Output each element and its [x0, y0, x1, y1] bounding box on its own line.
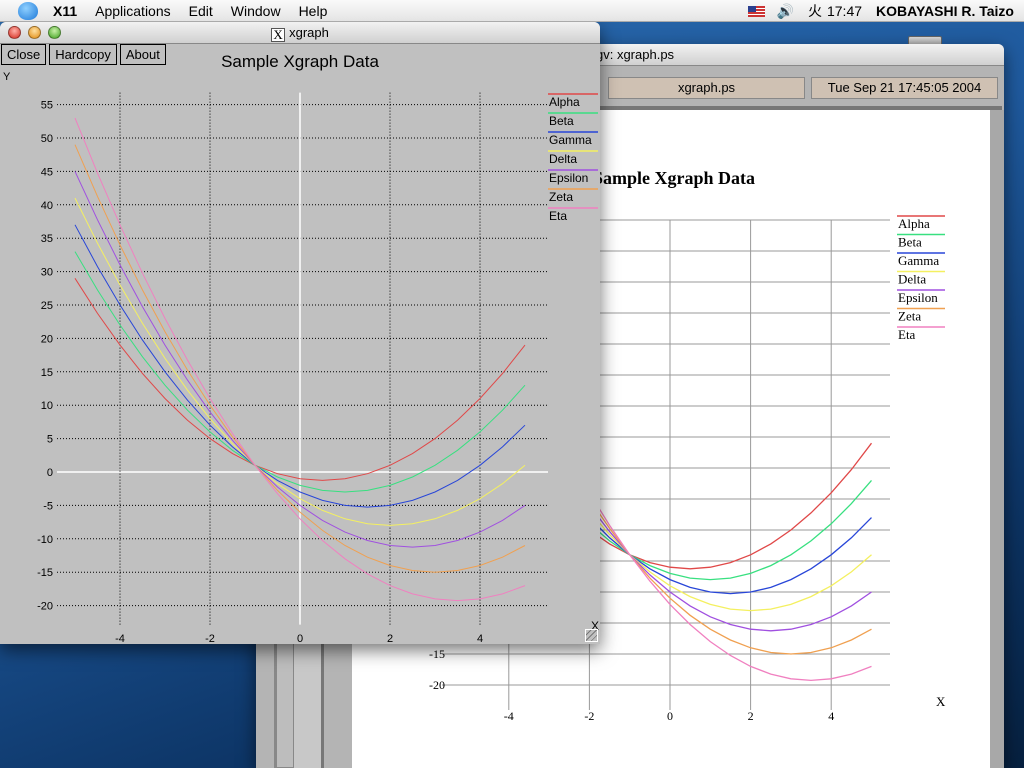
x-tick-label: 4: [477, 633, 483, 644]
x-tick-label: 0: [667, 709, 673, 723]
x-tick-label: 2: [387, 633, 393, 644]
y-tick-label: -20: [429, 678, 445, 692]
xgraph-window-title: xgraph: [289, 25, 329, 40]
y-tick-label: 25: [41, 300, 53, 312]
legend-label-beta: Beta: [898, 235, 922, 250]
y-axis-label: Y: [3, 71, 11, 83]
y-tick-label: -20: [37, 601, 53, 613]
legend-label-zeta: Zeta: [898, 309, 921, 324]
xgraph-window: Xxgraph Close Hardcopy About -20 -15 -10 -5 0 5…: [0, 22, 600, 644]
legend-label-delta: Delta: [549, 152, 577, 166]
y-tick-label: 40: [41, 200, 53, 212]
xgraph-titlebar[interactable]: Xxgraph: [0, 22, 600, 44]
y-tick-label: 35: [41, 233, 53, 245]
gv-date-button[interactable]: Tue Sep 21 17:45:05 2004: [811, 77, 998, 99]
y-tick-label: -15: [37, 567, 53, 579]
legend-label-eta: Eta: [898, 327, 916, 342]
apple-menu-icon[interactable]: [18, 1, 38, 20]
menu-applications[interactable]: Applications: [86, 3, 180, 19]
gv-file-button[interactable]: xgraph.ps: [608, 77, 805, 99]
y-tick-label: 50: [41, 133, 53, 145]
close-window-icon[interactable]: [8, 26, 21, 39]
menu-help[interactable]: Help: [290, 3, 337, 19]
x-tick-label: 4: [828, 709, 834, 723]
y-tick-label: 30: [41, 267, 53, 279]
resize-grip-icon[interactable]: [585, 629, 598, 642]
clock-day: 火: [807, 3, 822, 19]
zoom-window-icon[interactable]: [48, 26, 61, 39]
y-tick-label: 0: [47, 467, 53, 479]
x-tick-label: 2: [748, 709, 754, 723]
menu-bar: X11 Applications Edit Window Help 🔊 火 17…: [0, 0, 1024, 22]
minimize-window-icon[interactable]: [28, 26, 41, 39]
chart-title: Sample Xgraph Data: [221, 52, 379, 71]
clock-time[interactable]: 17:47: [827, 3, 862, 19]
legend-label-gamma: Gamma: [549, 133, 592, 147]
legend-label-eta: Eta: [549, 209, 567, 223]
y-tick-label: 45: [41, 166, 53, 178]
x-tick-label: -4: [504, 709, 514, 723]
gv-window-title: gv: xgraph.ps: [596, 47, 675, 62]
gv-page-scrollbar[interactable]: [990, 110, 1004, 768]
y-tick-label: 55: [41, 100, 53, 112]
y-tick-label: 15: [41, 367, 53, 379]
input-menu-flag-icon[interactable]: [747, 5, 765, 17]
x11-icon: X: [271, 28, 286, 42]
x-tick-label: 0: [297, 633, 303, 644]
x-axis-label: X: [936, 694, 946, 709]
menu-app-x11[interactable]: X11: [44, 3, 86, 19]
x-tick-label: -2: [584, 709, 594, 723]
legend-label-zeta: Zeta: [549, 190, 573, 204]
y-tick-label: 20: [41, 333, 53, 345]
legend-label-epsilon: Epsilon: [898, 290, 938, 305]
chart-title: Sample Xgraph Data: [593, 168, 755, 188]
volume-icon[interactable]: 🔊: [777, 3, 794, 20]
y-tick-label: -5: [43, 500, 53, 512]
y-tick-label: -10: [37, 534, 53, 546]
menu-window[interactable]: Window: [222, 3, 290, 19]
x-tick-label: -2: [205, 633, 215, 644]
legend-label-beta: Beta: [549, 114, 574, 128]
menu-edit[interactable]: Edit: [180, 3, 222, 19]
legend-label-epsilon: Epsilon: [549, 171, 588, 185]
legend-label-gamma: Gamma: [898, 253, 939, 268]
y-tick-label: 5: [47, 434, 53, 446]
legend-label-delta: Delta: [898, 272, 926, 287]
user-name[interactable]: KOBAYASHI R. Taizo: [876, 3, 1014, 19]
y-tick-label: 10: [41, 400, 53, 412]
legend-label-alpha: Alpha: [549, 95, 580, 109]
legend-label-alpha: Alpha: [898, 216, 930, 231]
x-tick-label: -4: [115, 633, 125, 644]
xgraph-plot: -20-15-10-50510152025303540455055-4 -2 0 2 4…: [3, 52, 599, 644]
y-tick-label: -15: [429, 647, 445, 661]
